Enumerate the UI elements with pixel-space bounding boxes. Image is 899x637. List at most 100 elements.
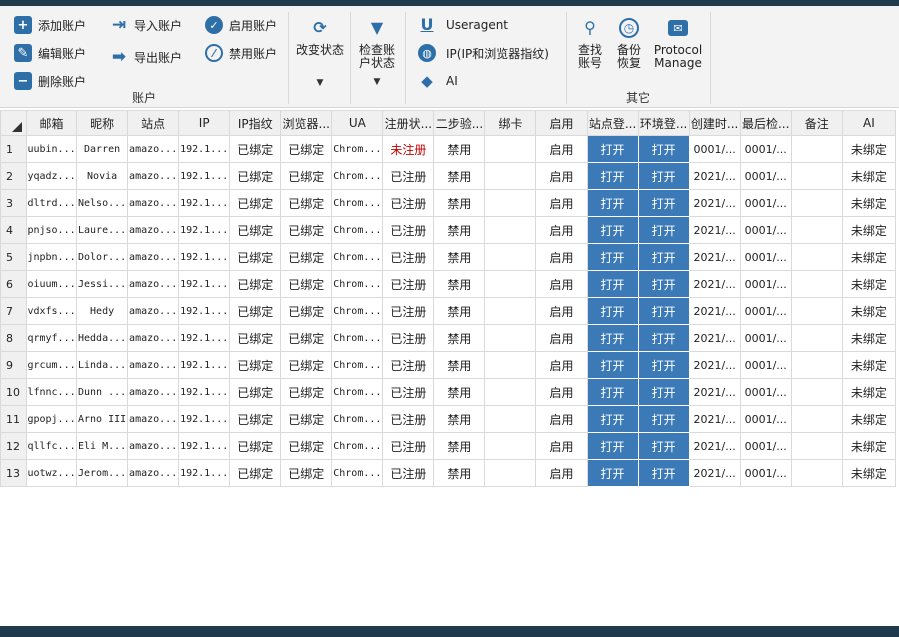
table-row[interactable]: 12 qllfc... Eli M... amazo... 192.1... 已绑定 已绑定… (0, 432, 897, 460)
email-cell: uotwz... (26, 459, 78, 487)
select-all-corner[interactable] (0, 110, 28, 136)
ip-fingerprint-button[interactable]: ◍ IP(IP和浏览器指纹) (418, 44, 549, 62)
ip-cell: 192.1... (178, 378, 231, 406)
row-header[interactable]: 4 (0, 216, 28, 244)
import-account-button[interactable]: ⇥ 导入账户 (110, 16, 182, 34)
ai-button[interactable]: ◆ AI (418, 72, 458, 90)
site-login-open-button[interactable]: 打开 (586, 351, 639, 379)
column-header[interactable]: 浏览器... (280, 110, 333, 136)
delete-account-button[interactable]: − 删除账户 (14, 72, 86, 90)
column-header[interactable]: 注册状... (382, 110, 435, 136)
find-account-button[interactable]: ⚲ 查找 账号 (572, 16, 608, 70)
table-row[interactable]: 7 vdxfs... Hedy amazo... 192.1... 已绑定 已绑定 Chrom… (0, 297, 897, 325)
site-cell: amazo... (127, 432, 180, 460)
row-header[interactable]: 5 (0, 243, 28, 271)
ip-fingerprint-cell: 已绑定 (229, 297, 282, 325)
env-login-open-button[interactable]: 打开 (637, 216, 690, 244)
row-header[interactable]: 11 (0, 405, 28, 433)
env-login-open-button[interactable]: 打开 (637, 135, 690, 163)
register-status-cell: 已注册 (382, 189, 435, 217)
env-login-open-button[interactable]: 打开 (637, 432, 690, 460)
row-header[interactable]: 8 (0, 324, 28, 352)
site-login-open-button[interactable]: 打开 (586, 216, 639, 244)
env-login-open-button[interactable]: 打开 (637, 459, 690, 487)
column-header[interactable]: 站点 (127, 110, 180, 136)
table-row[interactable]: 3 dltrd... Nelso... amazo... 192.1... 已绑定 已绑定 C… (0, 189, 897, 217)
site-login-open-button[interactable]: 打开 (586, 270, 639, 298)
site-login-open-button[interactable]: 打开 (586, 459, 639, 487)
site-login-open-button[interactable]: 打开 (586, 243, 639, 271)
backup-restore-button[interactable]: ◷ 备份 恢复 (612, 16, 646, 70)
row-header[interactable]: 6 (0, 270, 28, 298)
row-header[interactable]: 13 (0, 459, 28, 487)
add-account-button[interactable]: + 添加账户 (14, 16, 86, 34)
table-row[interactable]: 2 yqadz... Novia amazo... 192.1... 已绑定 已绑定 Chro… (0, 162, 897, 190)
site-login-open-button[interactable]: 打开 (586, 405, 639, 433)
site-login-open-button[interactable]: 打开 (586, 189, 639, 217)
column-header[interactable]: UA (331, 110, 384, 136)
column-header[interactable]: 二步验... (433, 110, 486, 136)
column-header[interactable]: AI (841, 110, 897, 136)
column-header[interactable]: 昵称 (76, 110, 129, 136)
table-row[interactable]: 9 grcum... Linda... amazo... 192.1... 已绑定 已绑定 C… (0, 351, 897, 379)
change-status-button[interactable]: ⟳ 改变状态 ▼ (292, 16, 348, 90)
table-row[interactable]: 11 gpopj... Arno III amazo... 192.1... 已绑定 已绑定… (0, 405, 897, 433)
table-row[interactable]: 4 pnjso... Laure... amazo... 192.1... 已绑定 已绑定 C… (0, 216, 897, 244)
table-row[interactable]: 1 uubin... Darren amazo... 192.1... 已绑定 已绑定 Chr… (0, 135, 897, 163)
table-row[interactable]: 8 qrmyf... Hedda... amazo... 192.1... 已绑定 已绑定 C… (0, 324, 897, 352)
enable-account-button[interactable]: ✓ 启用账户 (205, 16, 277, 34)
ai-cell: 未绑定 (841, 405, 897, 433)
site-login-open-button[interactable]: 打开 (586, 324, 639, 352)
row-header[interactable]: 7 (0, 297, 28, 325)
column-header[interactable]: 创建时... (688, 110, 741, 136)
env-login-open-button[interactable]: 打开 (637, 270, 690, 298)
column-header[interactable]: 邮箱 (26, 110, 78, 136)
email-cell: uubin... (26, 135, 78, 163)
ip-fingerprint-cell: 已绑定 (229, 405, 282, 433)
env-login-open-button[interactable]: 打开 (637, 162, 690, 190)
table-row[interactable]: 13 uotwz... Jerom... amazo... 192.1... 已绑定 已绑定… (0, 459, 897, 487)
env-login-open-button[interactable]: 打开 (637, 324, 690, 352)
env-login-open-button[interactable]: 打开 (637, 243, 690, 271)
table-row[interactable]: 5 jnpbn... Dolor... amazo... 192.1... 已绑定 已绑定 C… (0, 243, 897, 271)
table-row[interactable]: 10 lfnnc... Dunn ... amazo... 192.1... 已绑定 已绑定… (0, 378, 897, 406)
site-login-open-button[interactable]: 打开 (586, 162, 639, 190)
useragent-button[interactable]: U Useragent (418, 16, 509, 34)
disable-account-button[interactable]: ⁄ 禁用账户 (205, 44, 277, 62)
edit-account-button[interactable]: ✎ 编辑账户 (14, 44, 86, 62)
protocol-manage-button[interactable]: ✉ Protocol Manage (650, 16, 706, 70)
site-login-open-button[interactable]: 打开 (586, 297, 639, 325)
column-header[interactable]: 备注 (790, 110, 843, 136)
env-login-open-button[interactable]: 打开 (637, 405, 690, 433)
column-header[interactable]: 环境登... (637, 110, 690, 136)
env-login-open-button[interactable]: 打开 (637, 378, 690, 406)
table-row[interactable]: 6 oiuum... Jessi... amazo... 192.1... 已绑定 已绑定 C… (0, 270, 897, 298)
row-header[interactable]: 1 (0, 135, 28, 163)
env-login-open-button[interactable]: 打开 (637, 351, 690, 379)
ua-cell: Chrom... (331, 378, 384, 406)
env-login-open-button[interactable]: 打开 (637, 297, 690, 325)
export-account-button[interactable]: ➡ 导出账户 (110, 48, 182, 66)
row-header[interactable]: 12 (0, 432, 28, 460)
row-header[interactable]: 10 (0, 378, 28, 406)
ai-cell: 未绑定 (841, 459, 897, 487)
column-header[interactable]: IP指纹 (229, 110, 282, 136)
env-login-open-button[interactable]: 打开 (637, 189, 690, 217)
check-account-status-button[interactable]: ▼ 检查账 户状态 ▼ (352, 16, 402, 89)
row-header[interactable]: 3 (0, 189, 28, 217)
column-header[interactable]: 最后检... (739, 110, 792, 136)
column-header[interactable]: 绑卡 (484, 110, 537, 136)
site-login-open-button[interactable]: 打开 (586, 135, 639, 163)
note-cell (790, 432, 843, 460)
column-header[interactable]: 启用 (535, 110, 588, 136)
backup-label-line2: 恢复 (616, 56, 641, 70)
row-header[interactable]: 9 (0, 351, 28, 379)
column-header[interactable]: IP (178, 110, 231, 136)
ip-cell: 192.1... (178, 432, 231, 460)
browser-cell: 已绑定 (280, 459, 333, 487)
row-header[interactable]: 2 (0, 162, 28, 190)
site-login-open-button[interactable]: 打开 (586, 378, 639, 406)
column-header[interactable]: 站点登... (586, 110, 639, 136)
bind-card-cell (484, 216, 537, 244)
site-login-open-button[interactable]: 打开 (586, 432, 639, 460)
